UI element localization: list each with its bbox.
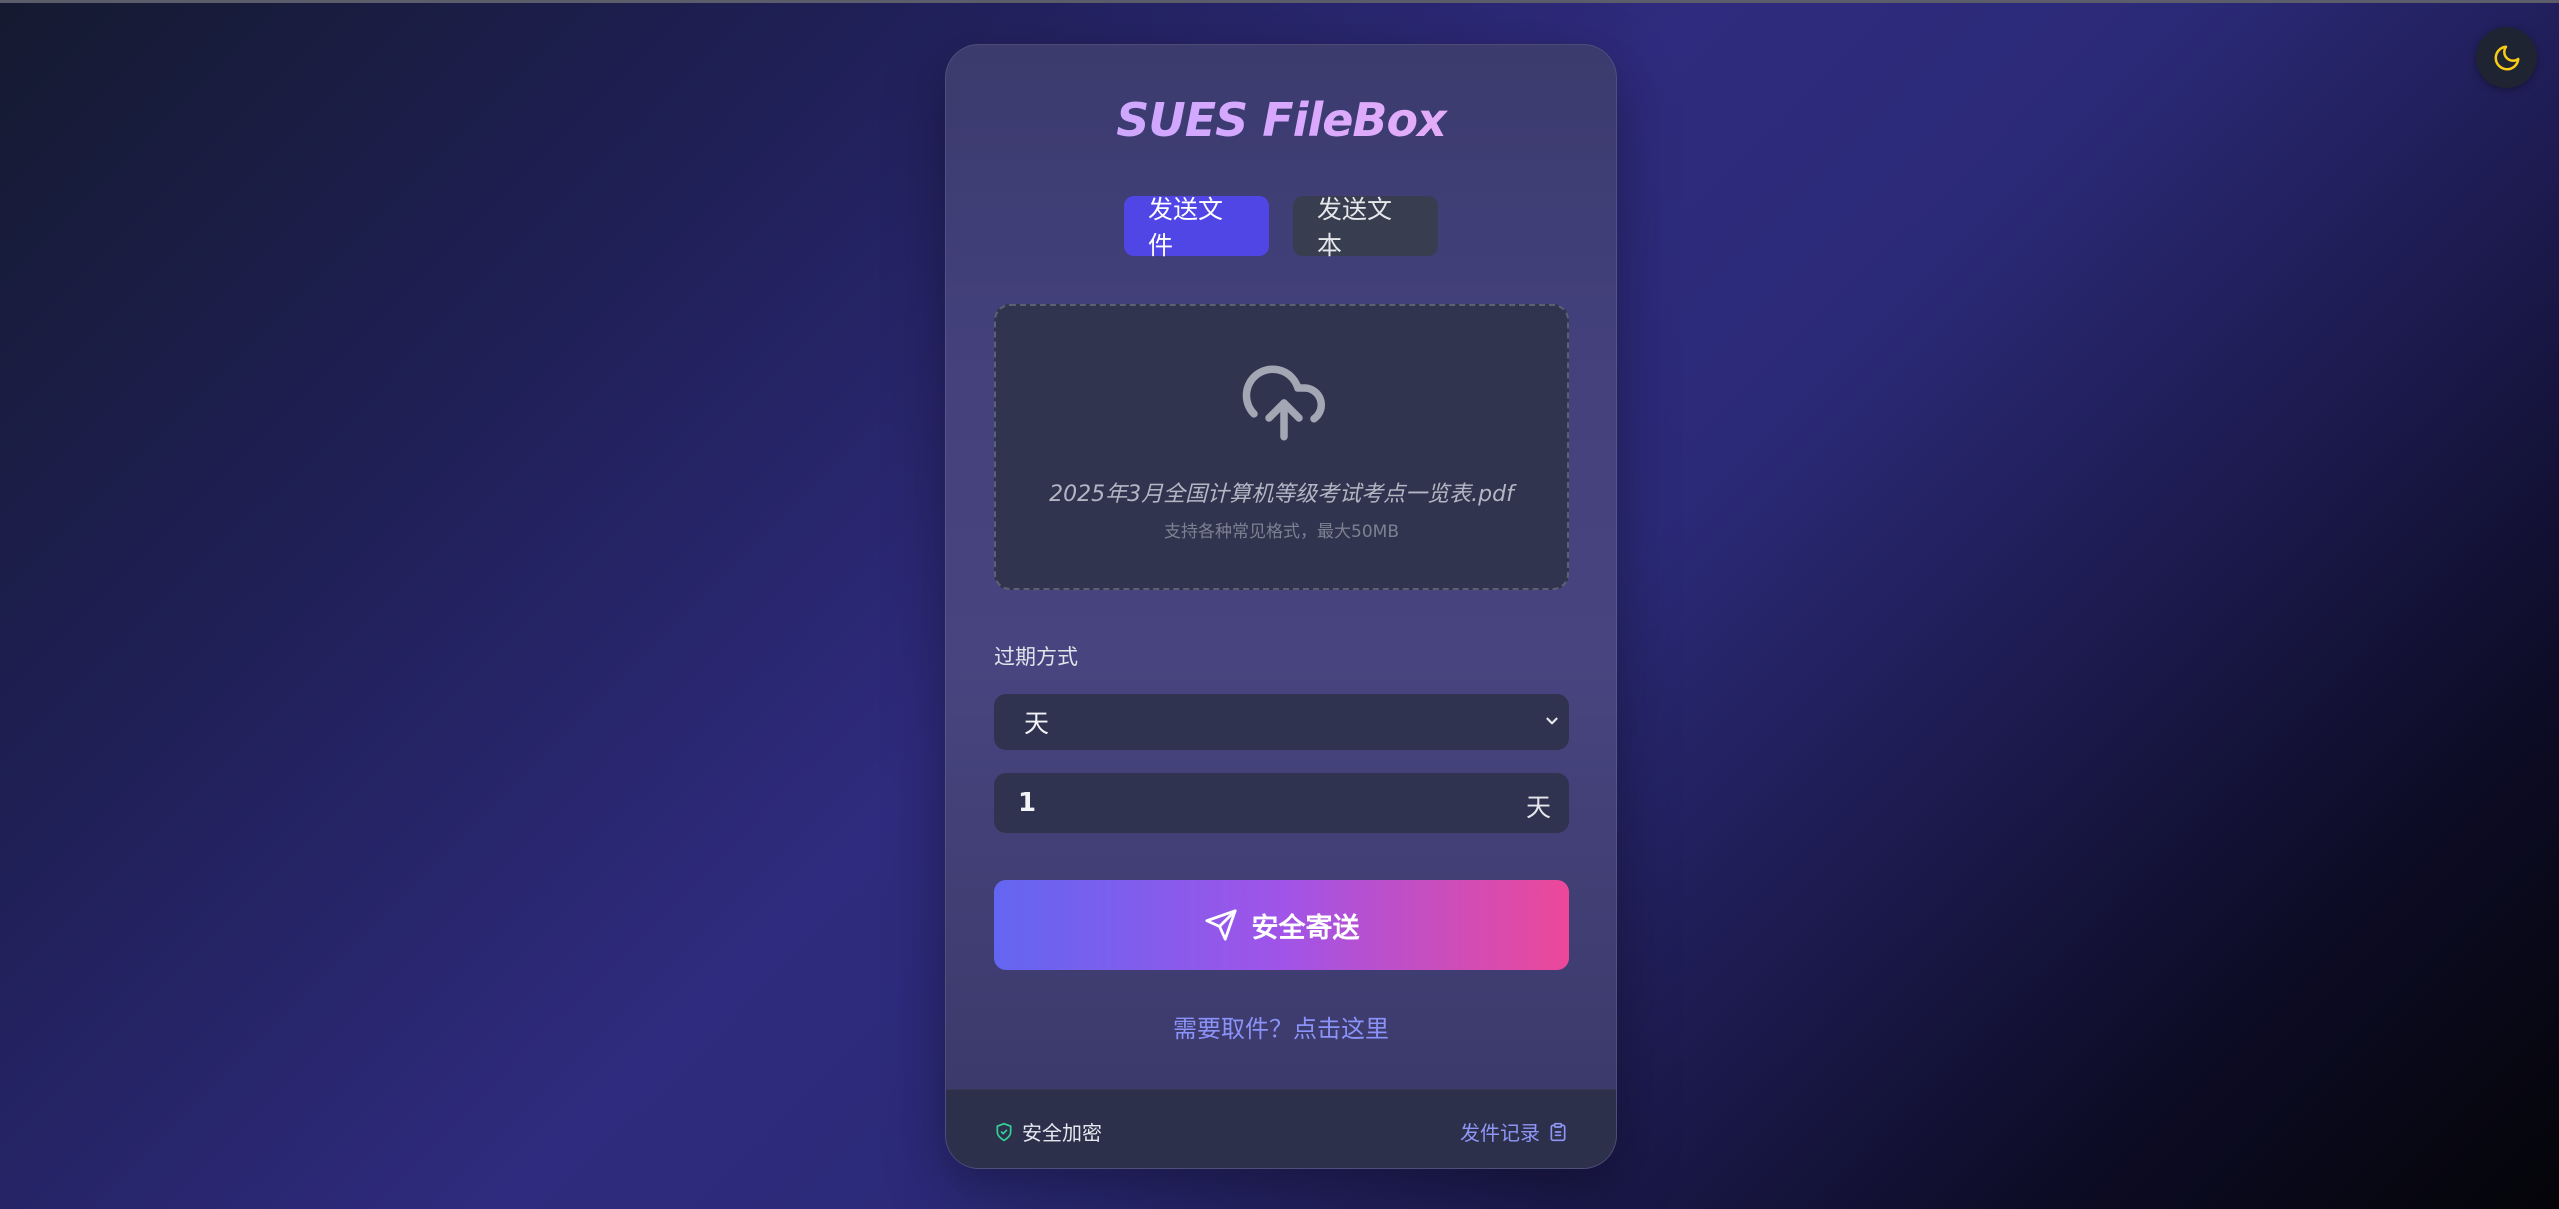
dropzone-hint: 支持各种常见格式，最大50MB	[1164, 522, 1399, 542]
expiry-unit: 天	[1525, 793, 1551, 822]
selected-file-name: 2025年3月全国计算机等级考试考点一览表.pdf	[1049, 482, 1514, 507]
theme-toggle-button[interactable]	[2476, 27, 2537, 88]
pickup-link[interactable]: 需要取件？点击这里	[946, 1009, 1616, 1044]
tab-send-file[interactable]: 发送文件	[1124, 195, 1269, 260]
window-top-border	[0, 0, 2559, 3]
secure-badge: 安全加密	[994, 1117, 1102, 1146]
expiry-label: 过期方式	[994, 645, 1078, 669]
chevron-down-icon	[1546, 717, 1558, 725]
expiry-value-input[interactable]: 1 天	[994, 773, 1569, 833]
moon-icon	[2494, 45, 2519, 70]
file-dropzone[interactable]: 2025年3月全国计算机等级考试考点一览表.pdf 支持各种常见格式，最大50M…	[994, 304, 1569, 590]
mode-tabs: 发送文件 发送文本	[946, 195, 1616, 260]
expiry-method-value: 天	[1024, 709, 1050, 738]
send-history-link[interactable]: 发件记录	[1460, 1117, 1568, 1146]
app-title: SUES FileBox	[946, 93, 1616, 147]
cloud-upload-icon	[1242, 365, 1326, 441]
expiry-method-select[interactable]: 天	[994, 694, 1569, 750]
secure-send-label: 安全寄送	[1251, 912, 1360, 944]
secure-send-button[interactable]: 安全寄送	[994, 880, 1569, 970]
send-card: SUES FileBox 发送文件 发送文本 2025年3月全国计算机等级考试考…	[945, 44, 1617, 1169]
history-label: 发件记录	[1460, 1121, 1540, 1145]
send-icon	[1204, 909, 1237, 941]
card-footer: 安全加密 发件记录	[946, 1089, 1616, 1168]
clipboard-icon	[1550, 1122, 1566, 1141]
secure-label: 安全加密	[1022, 1121, 1102, 1145]
tab-send-text[interactable]: 发送文本	[1293, 195, 1438, 260]
expiry-value: 1	[1018, 788, 1037, 818]
shield-check-icon	[996, 1122, 1012, 1141]
